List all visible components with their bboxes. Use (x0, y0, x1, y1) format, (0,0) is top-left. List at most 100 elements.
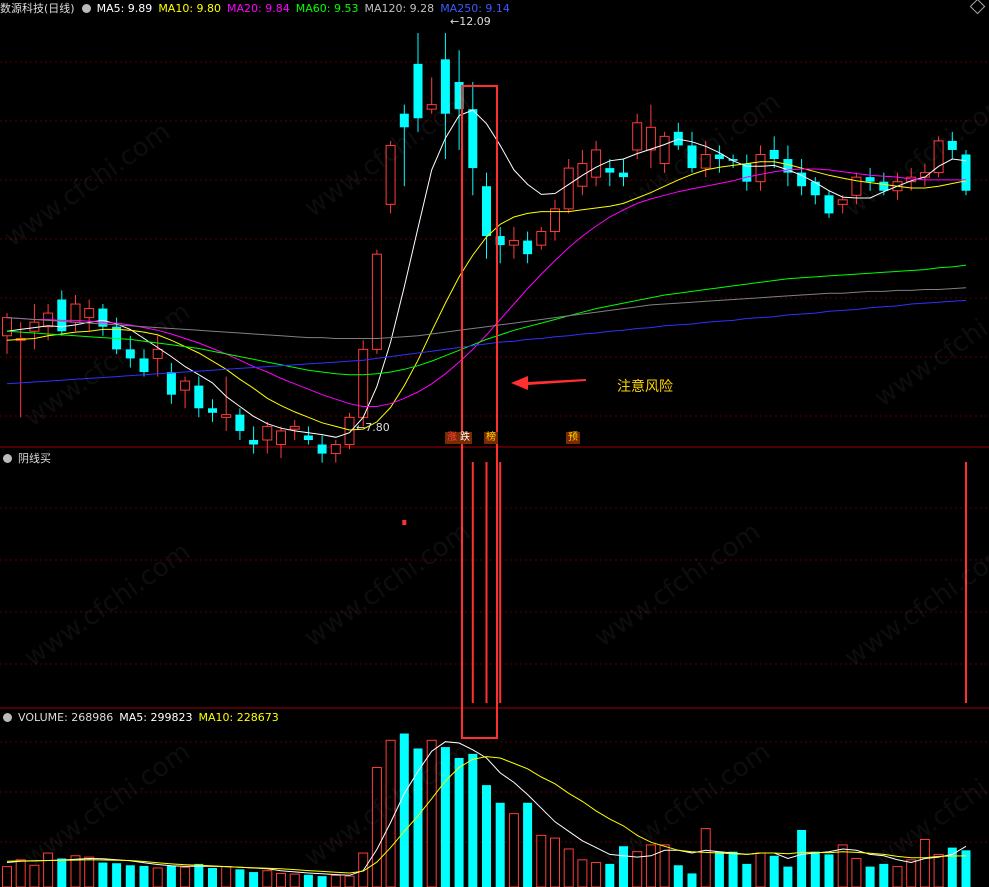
candle (276, 430, 286, 446)
candle (797, 172, 807, 187)
volume-bar (508, 813, 519, 887)
candle (947, 140, 957, 150)
candle (399, 113, 409, 128)
settings-circle-icon[interactable] (3, 713, 12, 722)
volume-bar (906, 859, 917, 887)
candle (426, 104, 437, 110)
indicator-header: 阴线买 (0, 450, 57, 466)
candle (687, 145, 697, 169)
candle (700, 153, 711, 169)
candle (645, 126, 656, 151)
volume-bar (591, 862, 602, 887)
candle (221, 414, 232, 418)
candle (865, 177, 875, 182)
volume-bar (98, 862, 108, 887)
stock-title: 数源科技(日线) (0, 2, 75, 15)
ma250-label: MA250: 9.14 (440, 2, 510, 15)
volume-bar (783, 866, 793, 887)
volume-bar (303, 874, 313, 887)
candle (440, 59, 450, 114)
volume-bar (330, 874, 341, 887)
price-header: 数源科技(日线) MA5: 9.89 MA10: 9.80 MA20: 9.84 MA6… (0, 0, 516, 16)
candle (933, 140, 944, 174)
volume-bar (605, 863, 615, 887)
tag-zhang: 涨 (445, 432, 459, 444)
candle (824, 195, 834, 214)
volume-bar (645, 844, 656, 887)
candle (344, 416, 355, 446)
settings-circle-icon[interactable] (3, 454, 12, 463)
ma60-label: MA60: 9.53 (295, 2, 359, 15)
settings-circle-icon[interactable] (81, 4, 91, 13)
candle (84, 308, 95, 319)
candle (208, 408, 217, 413)
vol-ma5-label: MA5: 299823 (119, 711, 193, 724)
volume-bar (687, 873, 697, 887)
volume-bar (700, 828, 711, 887)
volume-bar (440, 747, 450, 887)
volume-bar (249, 872, 259, 887)
candle (194, 385, 204, 409)
risk-arrow-icon (511, 376, 586, 390)
volume-bar (577, 859, 588, 887)
volume-bar (619, 846, 628, 887)
volume-bar (152, 867, 163, 887)
volume-bar (824, 854, 834, 887)
volume-bar (550, 837, 560, 887)
candle (536, 231, 547, 246)
volume-bar (57, 858, 67, 887)
vol-ma10-label: MA10: 228673 (198, 711, 279, 724)
candle (837, 199, 848, 205)
volume-bar (495, 802, 505, 887)
low-price-label: ←7.80 (356, 421, 390, 434)
candle (879, 181, 889, 191)
volume-bar (523, 802, 533, 887)
tag-bang: 榜 (484, 432, 498, 444)
candle (2, 317, 12, 337)
volume-bar (221, 866, 232, 887)
volume-bar (84, 856, 95, 887)
volume-bar (851, 857, 862, 887)
price-pane (2, 33, 971, 463)
candle (550, 208, 560, 233)
candle (508, 240, 519, 246)
volume-bar (536, 834, 547, 887)
candle (180, 380, 191, 391)
candle (591, 149, 602, 178)
volume-bar (563, 848, 574, 887)
volume-bar (426, 739, 437, 887)
volume-bar (413, 748, 423, 887)
volume-bar (892, 866, 903, 887)
volume-bar (43, 852, 54, 887)
candle (563, 167, 574, 210)
ma-line-ma5 (6, 109, 967, 438)
candle (632, 122, 643, 151)
volume-bar (194, 863, 204, 887)
volume-bar (454, 757, 464, 887)
candle (249, 440, 259, 445)
risk-note: 注意风险 (617, 379, 673, 395)
volume-bar (371, 766, 382, 887)
candle (303, 435, 313, 440)
volume-bar (755, 852, 766, 887)
candle (70, 303, 81, 323)
volume-bar (2, 866, 12, 887)
volume-bar (180, 866, 191, 887)
candle (289, 425, 300, 430)
volume-bar (166, 865, 176, 887)
volume-bar (125, 865, 135, 887)
ma20-label: MA20: 9.84 (227, 2, 290, 15)
candle (619, 172, 628, 178)
grid-lines (0, 61, 989, 843)
volume-title: VOLUME: 268986 (18, 711, 114, 724)
candle (755, 153, 766, 183)
candle (262, 425, 273, 441)
candle (659, 135, 670, 165)
volume-header: VOLUME: 268986 MA5: 299823 MA10: 228673 (0, 711, 285, 724)
risk-highlight-box (461, 85, 498, 739)
volume-bar (112, 863, 122, 887)
volume-bar (879, 863, 889, 887)
ma-line-ma120 (6, 287, 967, 339)
volume-bar (139, 865, 149, 887)
volume-bar (482, 785, 491, 887)
